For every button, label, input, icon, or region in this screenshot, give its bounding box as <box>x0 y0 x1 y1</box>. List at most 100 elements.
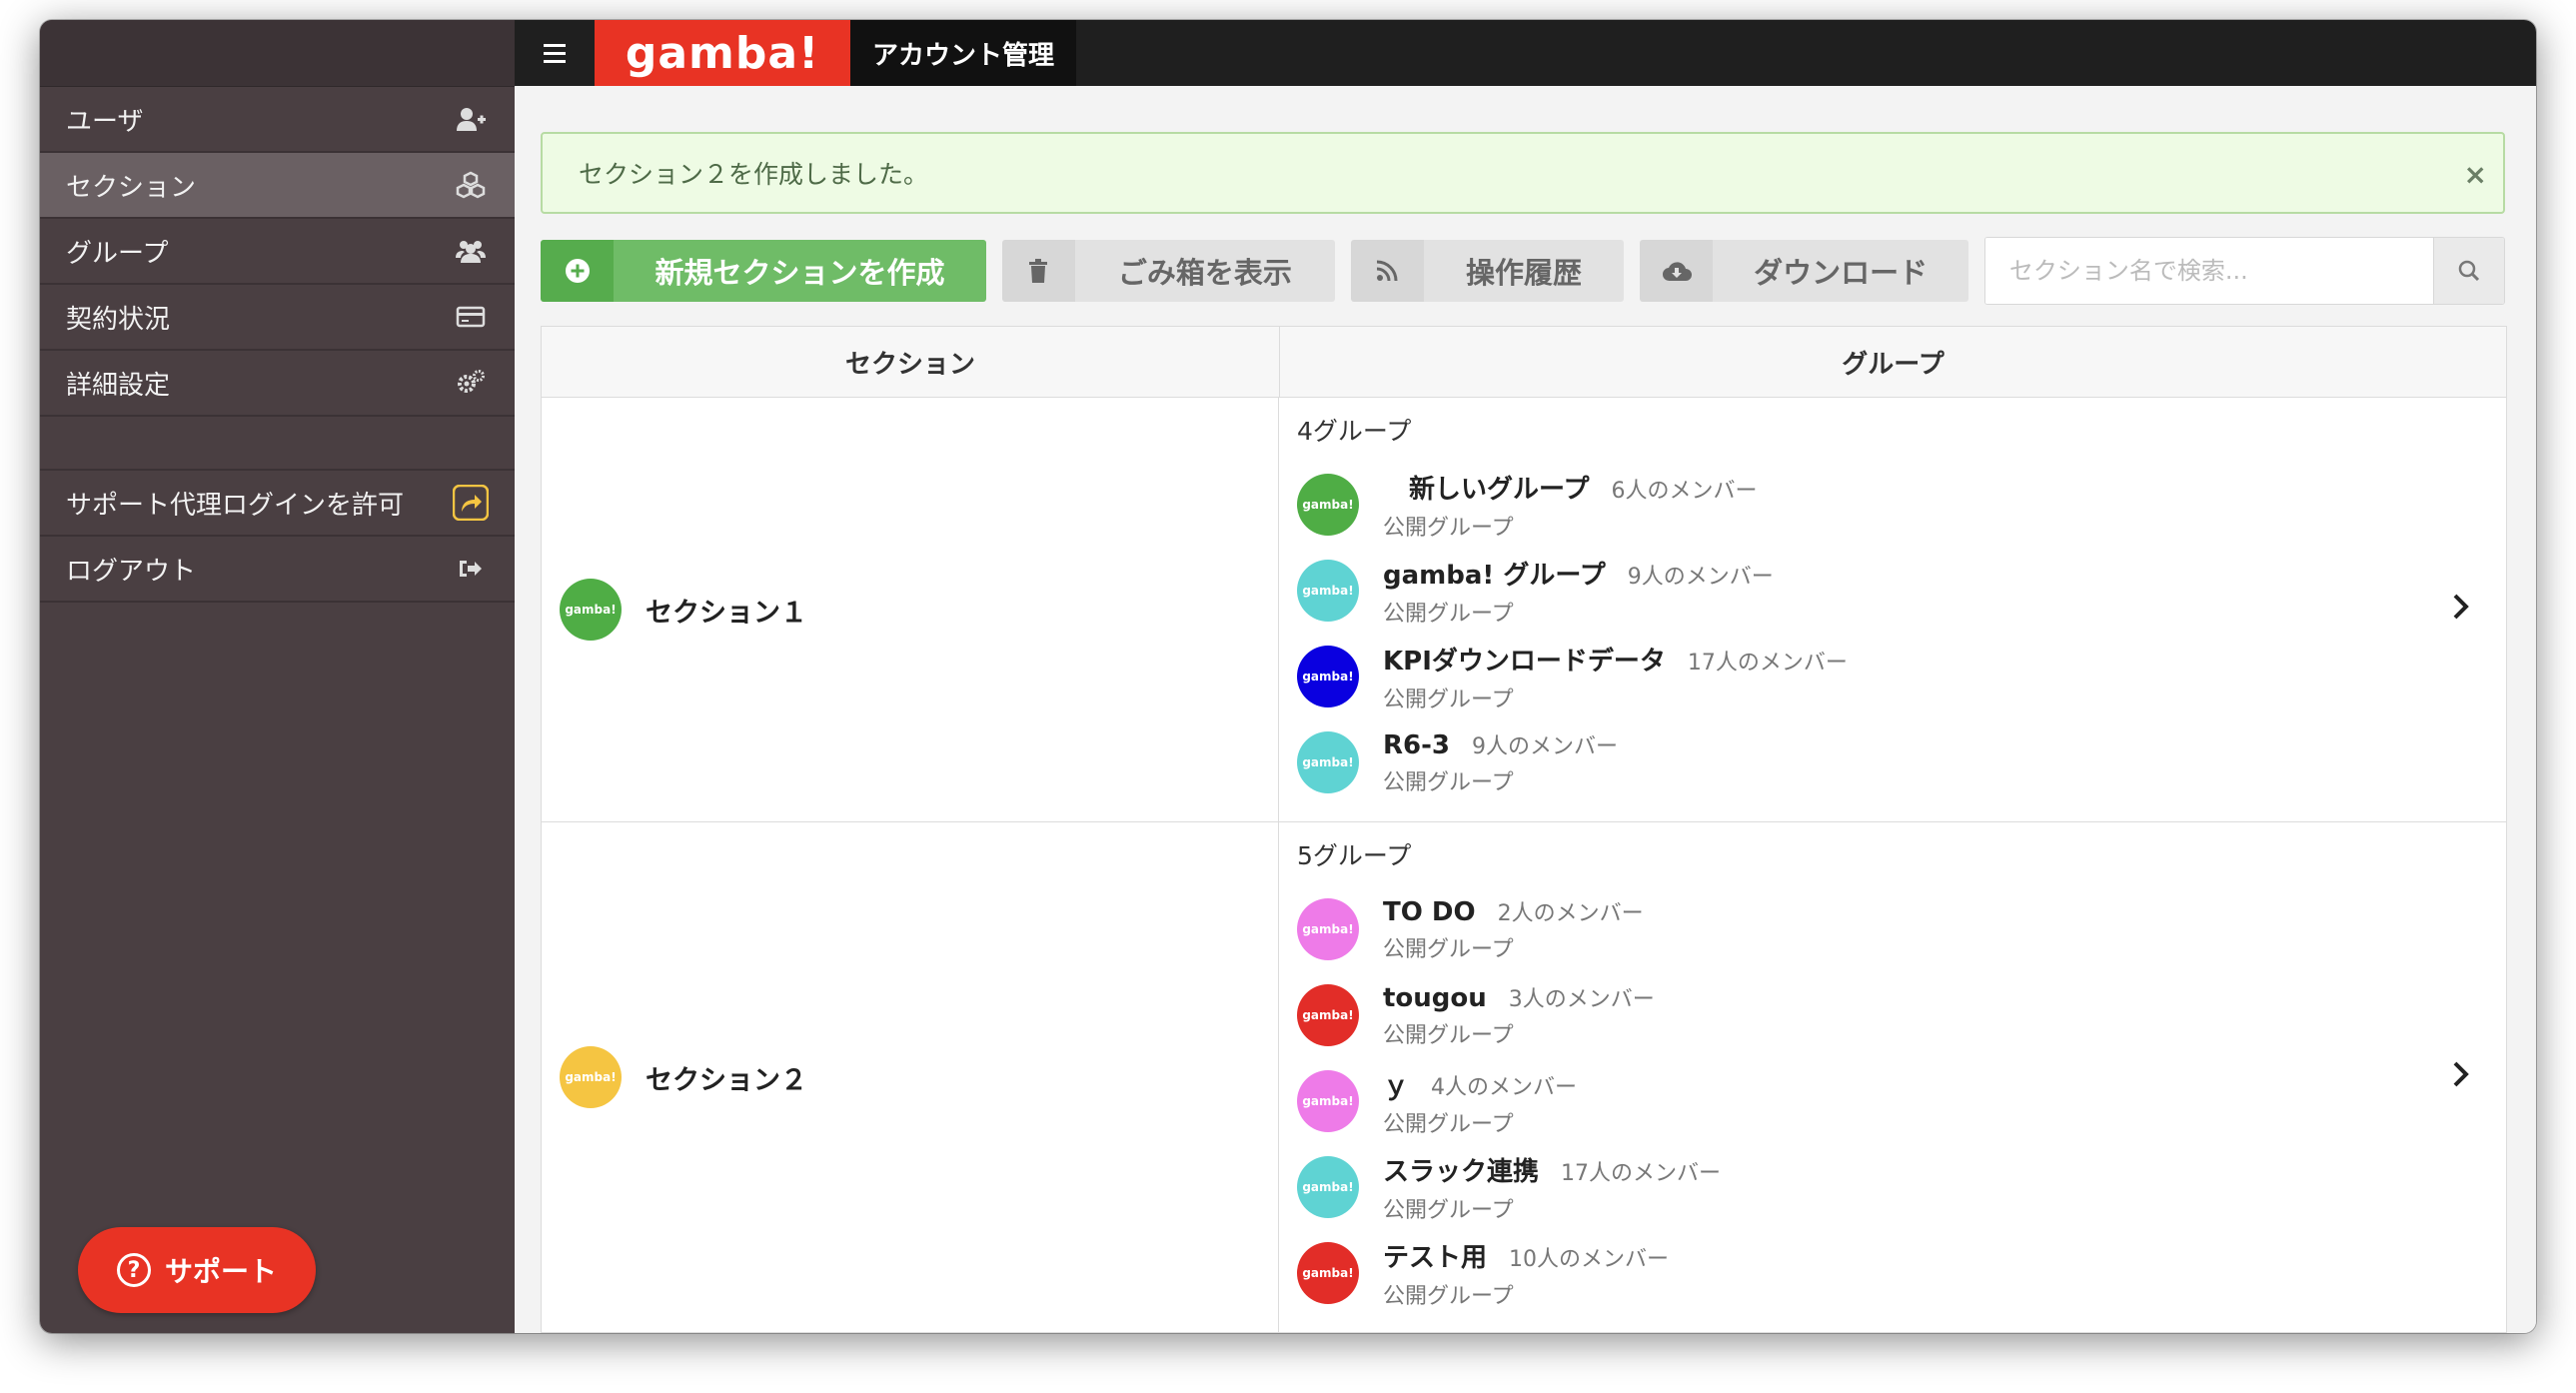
sidebar-item-label: 契約状況 <box>66 304 171 335</box>
alert-message: セクション２を作成しました。 <box>579 160 929 189</box>
section-cell: gamba! セクション２ <box>542 822 1279 1332</box>
column-header-group: グループ <box>1842 349 1944 380</box>
sidebar: ユーザ セクション グループ 契約状況 詳細設定 サポート代理ログインを許可 ロ… <box>40 20 515 1333</box>
member-count: 2人のメンバー <box>1497 901 1644 926</box>
show-trash-label: ごみ箱を表示 <box>1075 240 1335 302</box>
trash-icon <box>1001 240 1076 302</box>
rss-icon <box>1350 240 1424 302</box>
group-visibility: 公開グループ <box>1383 687 1514 712</box>
plus-circle-icon <box>541 240 615 302</box>
group-name: tougou <box>1383 983 1487 1013</box>
member-count: 9人のメンバー <box>1627 564 1774 590</box>
group-visibility: 公開グループ <box>1383 937 1514 962</box>
list-item: gamba! gamba! グループ 9人のメンバー公開グループ <box>1297 548 2506 634</box>
member-count: 10人のメンバー <box>1509 1246 1670 1272</box>
group-name: R6-3 <box>1383 730 1450 760</box>
app-window: ユーザ セクション グループ 契約状況 詳細設定 サポート代理ログインを許可 ロ… <box>40 20 2536 1333</box>
avatar: gamba! <box>1297 1242 1359 1304</box>
sidebar-item-sections[interactable]: セクション <box>40 153 515 219</box>
sidebar-item-settings[interactable]: 詳細設定 <box>40 351 515 417</box>
column-header-section: セクション <box>542 327 1280 397</box>
search-input[interactable] <box>1984 238 2433 304</box>
history-button[interactable]: 操作履歴 <box>1350 240 1625 302</box>
member-count: 6人のメンバー <box>1611 478 1758 504</box>
sidebar-item-users[interactable]: ユーザ <box>40 87 515 153</box>
member-count: 4人のメンバー <box>1431 1074 1578 1100</box>
group-count: 4グループ <box>1297 417 1412 446</box>
list-item: gamba! tougou 3人のメンバー 公開グループ <box>1297 972 2506 1058</box>
avatar: gamba! <box>1297 898 1359 960</box>
avatar: gamba! <box>1297 1070 1359 1132</box>
sidebar-item-label: 詳細設定 <box>66 370 171 401</box>
group-visibility: 公開グループ <box>1383 515 1514 541</box>
member-count: 17人のメンバー <box>1687 650 1848 676</box>
list-item: gamba! ｙ 4人のメンバー公開グループ <box>1297 1058 2506 1144</box>
section-name: セクション１ <box>645 597 807 629</box>
avatar: gamba! <box>560 579 622 641</box>
create-section-label: 新規セクションを作成 <box>614 240 986 302</box>
group-visibility: 公開グループ <box>1383 601 1514 627</box>
sidebar-spacer <box>40 417 515 471</box>
sidebar-item-label: ユーザ <box>66 106 144 137</box>
show-trash-button[interactable]: ごみ箱を表示 <box>1001 240 1335 302</box>
group-visibility: 公開グループ <box>1383 770 1514 795</box>
sidebar-item-contract[interactable]: 契約状況 <box>40 285 515 351</box>
page-title: アカウント管理 <box>850 20 1077 86</box>
section-name: セクション２ <box>645 1064 807 1096</box>
sidebar-item-label: ログアウト <box>66 556 197 587</box>
search-box <box>1983 237 2505 305</box>
list-item: gamba! KPIダウンロードデータ 17人のメンバー公開グループ <box>1297 634 2506 719</box>
group-name: 新しいグループ <box>1383 474 1590 505</box>
group-visibility: 公開グループ <box>1383 1111 1514 1137</box>
group-visibility: 公開グループ <box>1383 1283 1514 1309</box>
sidebar-item-groups[interactable]: グループ <box>40 219 515 285</box>
support-button[interactable]: ? サポート <box>78 1227 316 1313</box>
brand-logo: gamba! <box>595 20 850 86</box>
hamburger-menu-icon[interactable] <box>515 20 595 86</box>
success-alert: セクション２を作成しました。 × <box>541 132 2505 214</box>
groups-cell: 4グループ gamba! 新しいグループ 6人のメンバー公開グループ gamba!… <box>1279 398 2506 821</box>
group-name: テスト用 <box>1383 1242 1488 1273</box>
share-icon <box>453 485 489 521</box>
sections-table: セクション グループ gamba! セクション１ 4グループ gamba! 新し… <box>541 326 2507 1333</box>
avatar: gamba! <box>1297 560 1359 622</box>
group-name: TO DO <box>1383 897 1476 927</box>
group-visibility: 公開グループ <box>1383 1197 1514 1223</box>
sidebar-header <box>40 20 515 87</box>
sidebar-item-support-login[interactable]: サポート代理ログインを許可 <box>40 471 515 537</box>
chevron-right-icon[interactable] <box>2452 1058 2470 1096</box>
section-cell: gamba! セクション１ <box>542 398 1279 821</box>
list-item: gamba! テスト用 10人のメンバー公開グループ <box>1297 1230 2506 1316</box>
download-label: ダウンロード <box>1713 240 1968 302</box>
member-count: 9人のメンバー <box>1472 734 1618 759</box>
table-row[interactable]: gamba! セクション１ 4グループ gamba! 新しいグループ 6人のメンバ… <box>542 398 2506 822</box>
top-bar: gamba! アカウント管理 <box>515 20 2536 86</box>
avatar: gamba! <box>1297 984 1359 1046</box>
group-name: KPIダウンロードデータ <box>1383 646 1666 677</box>
table-row[interactable]: gamba! セクション２ 5グループ gamba! TO DO 2人のメンバー公… <box>542 822 2506 1332</box>
list-item: gamba! 新しいグループ 6人のメンバー 公開グループ <box>1297 462 2506 548</box>
download-button[interactable]: ダウンロード <box>1640 240 1968 302</box>
chevron-right-icon[interactable] <box>2452 591 2470 629</box>
sidebar-item-logout[interactable]: ログアウト <box>40 537 515 603</box>
question-icon: ? <box>116 1253 151 1287</box>
member-count: 17人のメンバー <box>1561 1160 1722 1186</box>
cubes-icon <box>453 167 489 203</box>
users-icon <box>453 233 489 269</box>
gears-icon <box>453 365 489 401</box>
group-name: ｙ <box>1383 1070 1410 1101</box>
credit-card-icon <box>453 299 489 335</box>
search-icon[interactable] <box>2433 238 2504 304</box>
create-section-button[interactable]: 新規セクションを作成 <box>541 240 986 302</box>
member-count: 3人のメンバー <box>1508 987 1655 1012</box>
avatar: gamba! <box>1297 1156 1359 1218</box>
avatar: gamba! <box>1297 646 1359 707</box>
list-item: gamba! スラック連携 17人のメンバー 公開グループ <box>1297 1144 2506 1230</box>
group-name: gamba! グループ <box>1383 560 1606 591</box>
list-item: gamba! R6-3 9人のメンバー 公開グループ <box>1297 719 2506 805</box>
sidebar-item-label: サポート代理ログインを許可 <box>66 490 405 521</box>
close-icon[interactable]: × <box>2464 158 2487 191</box>
toolbar: 新規セクションを作成 ごみ箱を表示 操作履歴 ダウンロード <box>541 237 2505 305</box>
main-content: セクション２を作成しました。 × 新規セクションを作成 ごみ箱を表示 操作履歴 … <box>515 86 2536 1333</box>
groups-cell: 5グループ gamba! TO DO 2人のメンバー 公開グループ gamba! t… <box>1279 822 2506 1332</box>
